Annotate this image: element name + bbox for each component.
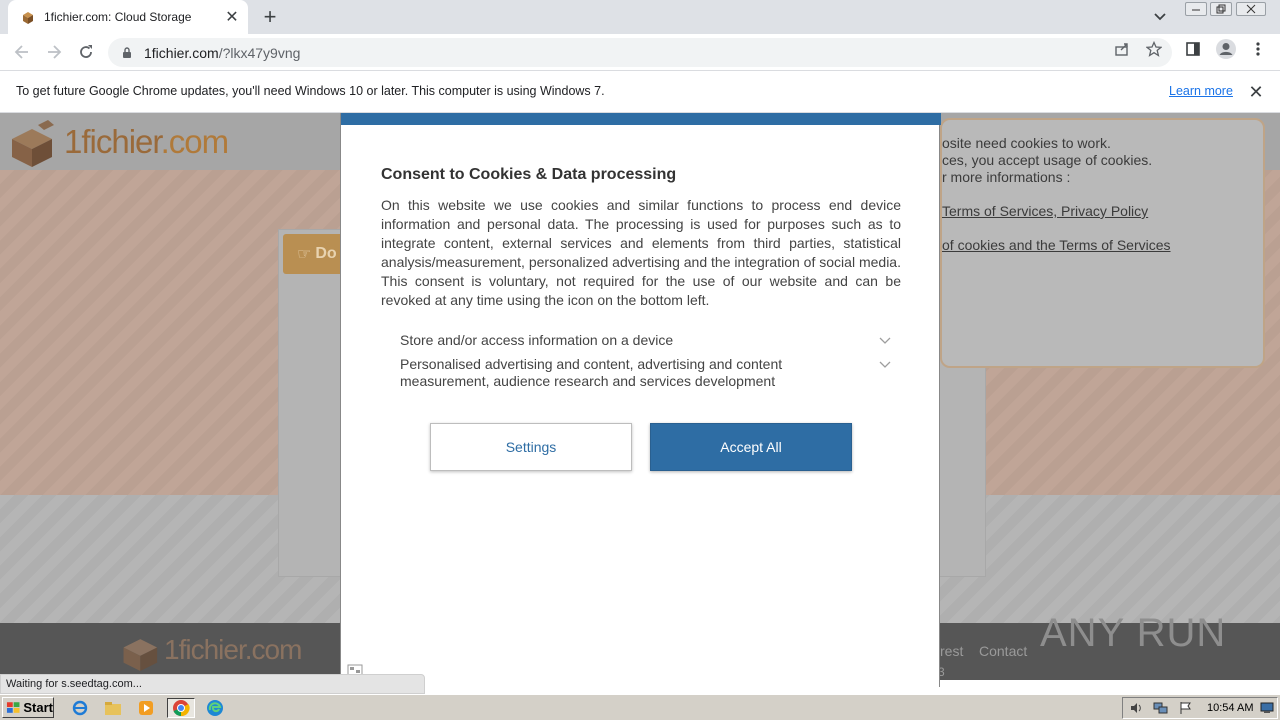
close-window-button[interactable] — [1236, 2, 1266, 16]
chevron-down-icon[interactable] — [878, 334, 892, 348]
logo-box-icon — [123, 639, 158, 671]
menu-kebab-icon[interactable] — [1249, 40, 1267, 58]
learn-more-link[interactable]: Learn more — [1169, 84, 1233, 98]
cookie-notice: osite need cookies to work. ces, you acc… — [940, 118, 1265, 368]
volume-icon[interactable] — [1129, 701, 1143, 715]
reload-icon[interactable] — [74, 40, 98, 64]
windows-logo-icon — [6, 701, 20, 713]
start-button[interactable]: Start — [2, 697, 54, 718]
ie-icon[interactable] — [69, 698, 91, 718]
media-player-icon[interactable] — [135, 698, 157, 718]
windows-taskbar: Start 10:54 AM — [0, 694, 1280, 720]
update-infobar: To get future Google Chrome updates, you… — [0, 71, 1280, 113]
accept-all-button[interactable]: Accept All — [650, 423, 852, 471]
tab-strip: 1fichier.com: Cloud Storage ✕ + — [0, 0, 1280, 34]
chevron-down-icon[interactable] — [878, 358, 892, 372]
browser-tab[interactable]: 1fichier.com: Cloud Storage ✕ — [8, 0, 248, 34]
purpose-storage[interactable]: Store and/or access information on a dev… — [400, 332, 892, 349]
profile-avatar-icon[interactable] — [1215, 38, 1237, 60]
purpose-advertising[interactable]: Personalised advertising and content, ad… — [400, 356, 892, 390]
tab-close-icon[interactable]: ✕ — [220, 5, 244, 29]
chrome-icon[interactable] — [167, 698, 195, 718]
dialog-top-bar — [341, 113, 941, 125]
new-tab-button[interactable]: + — [258, 4, 282, 29]
tab-title: 1fichier.com: Cloud Storage — [44, 10, 192, 24]
settings-button[interactable]: Settings — [430, 423, 632, 471]
anyrun-watermark: ANY RUN — [1040, 611, 1227, 655]
minimize-button[interactable] — [1185, 2, 1207, 16]
explorer-folder-icon[interactable] — [102, 698, 124, 718]
network-icon[interactable] — [1153, 701, 1169, 715]
lock-icon — [123, 46, 131, 58]
forward-icon[interactable] — [42, 40, 66, 64]
status-bubble: Waiting for s.seedtag.com... — [0, 674, 425, 694]
dialog-body: On this website we use cookies and simil… — [381, 197, 901, 308]
infobar-message: To get future Google Chrome updates, you… — [16, 84, 605, 98]
cookies-terms-link[interactable]: of cookies and the Terms of Services — [942, 237, 1171, 253]
browser-toolbar: 1fichier.com/?lkx47y9vng — [0, 34, 1280, 71]
url-text: 1fichier.com/?lkx47y9vng — [144, 44, 301, 61]
show-desktop-icon[interactable] — [1260, 702, 1274, 714]
back-icon[interactable] — [10, 40, 34, 64]
logo-box-icon — [12, 120, 54, 167]
restore-button[interactable] — [1210, 2, 1232, 16]
tab-search-icon[interactable] — [1150, 7, 1170, 27]
footer-logo: 1fichier.com — [120, 629, 302, 671]
consent-dialog: Consent to Cookies & Data processing On … — [340, 113, 941, 687]
infobar-close-icon[interactable]: ✕ — [1246, 82, 1266, 102]
site-logo[interactable]: 1fichier.com — [8, 117, 229, 167]
flag-icon[interactable] — [1179, 701, 1193, 715]
address-bar[interactable]: 1fichier.com/?lkx47y9vng — [108, 38, 1172, 67]
footer-link-rest[interactable]: rest — [940, 643, 963, 659]
dialog-title: Consent to Cookies & Data processing — [381, 166, 677, 183]
terms-privacy-link[interactable]: Terms of Services, Privacy Policy — [942, 203, 1148, 219]
clock[interactable]: 10:54 AM — [1207, 702, 1253, 714]
favicon-icon — [23, 12, 33, 24]
edge-icon[interactable] — [204, 698, 226, 718]
share-icon[interactable] — [1113, 40, 1131, 58]
footer-link-contact[interactable]: Contact — [979, 643, 1027, 659]
bookmark-star-icon[interactable] — [1145, 40, 1163, 58]
side-panel-icon[interactable] — [1184, 40, 1202, 58]
hand-pointer-icon: ☞ — [297, 246, 312, 263]
system-tray: 10:54 AM — [1122, 697, 1278, 719]
